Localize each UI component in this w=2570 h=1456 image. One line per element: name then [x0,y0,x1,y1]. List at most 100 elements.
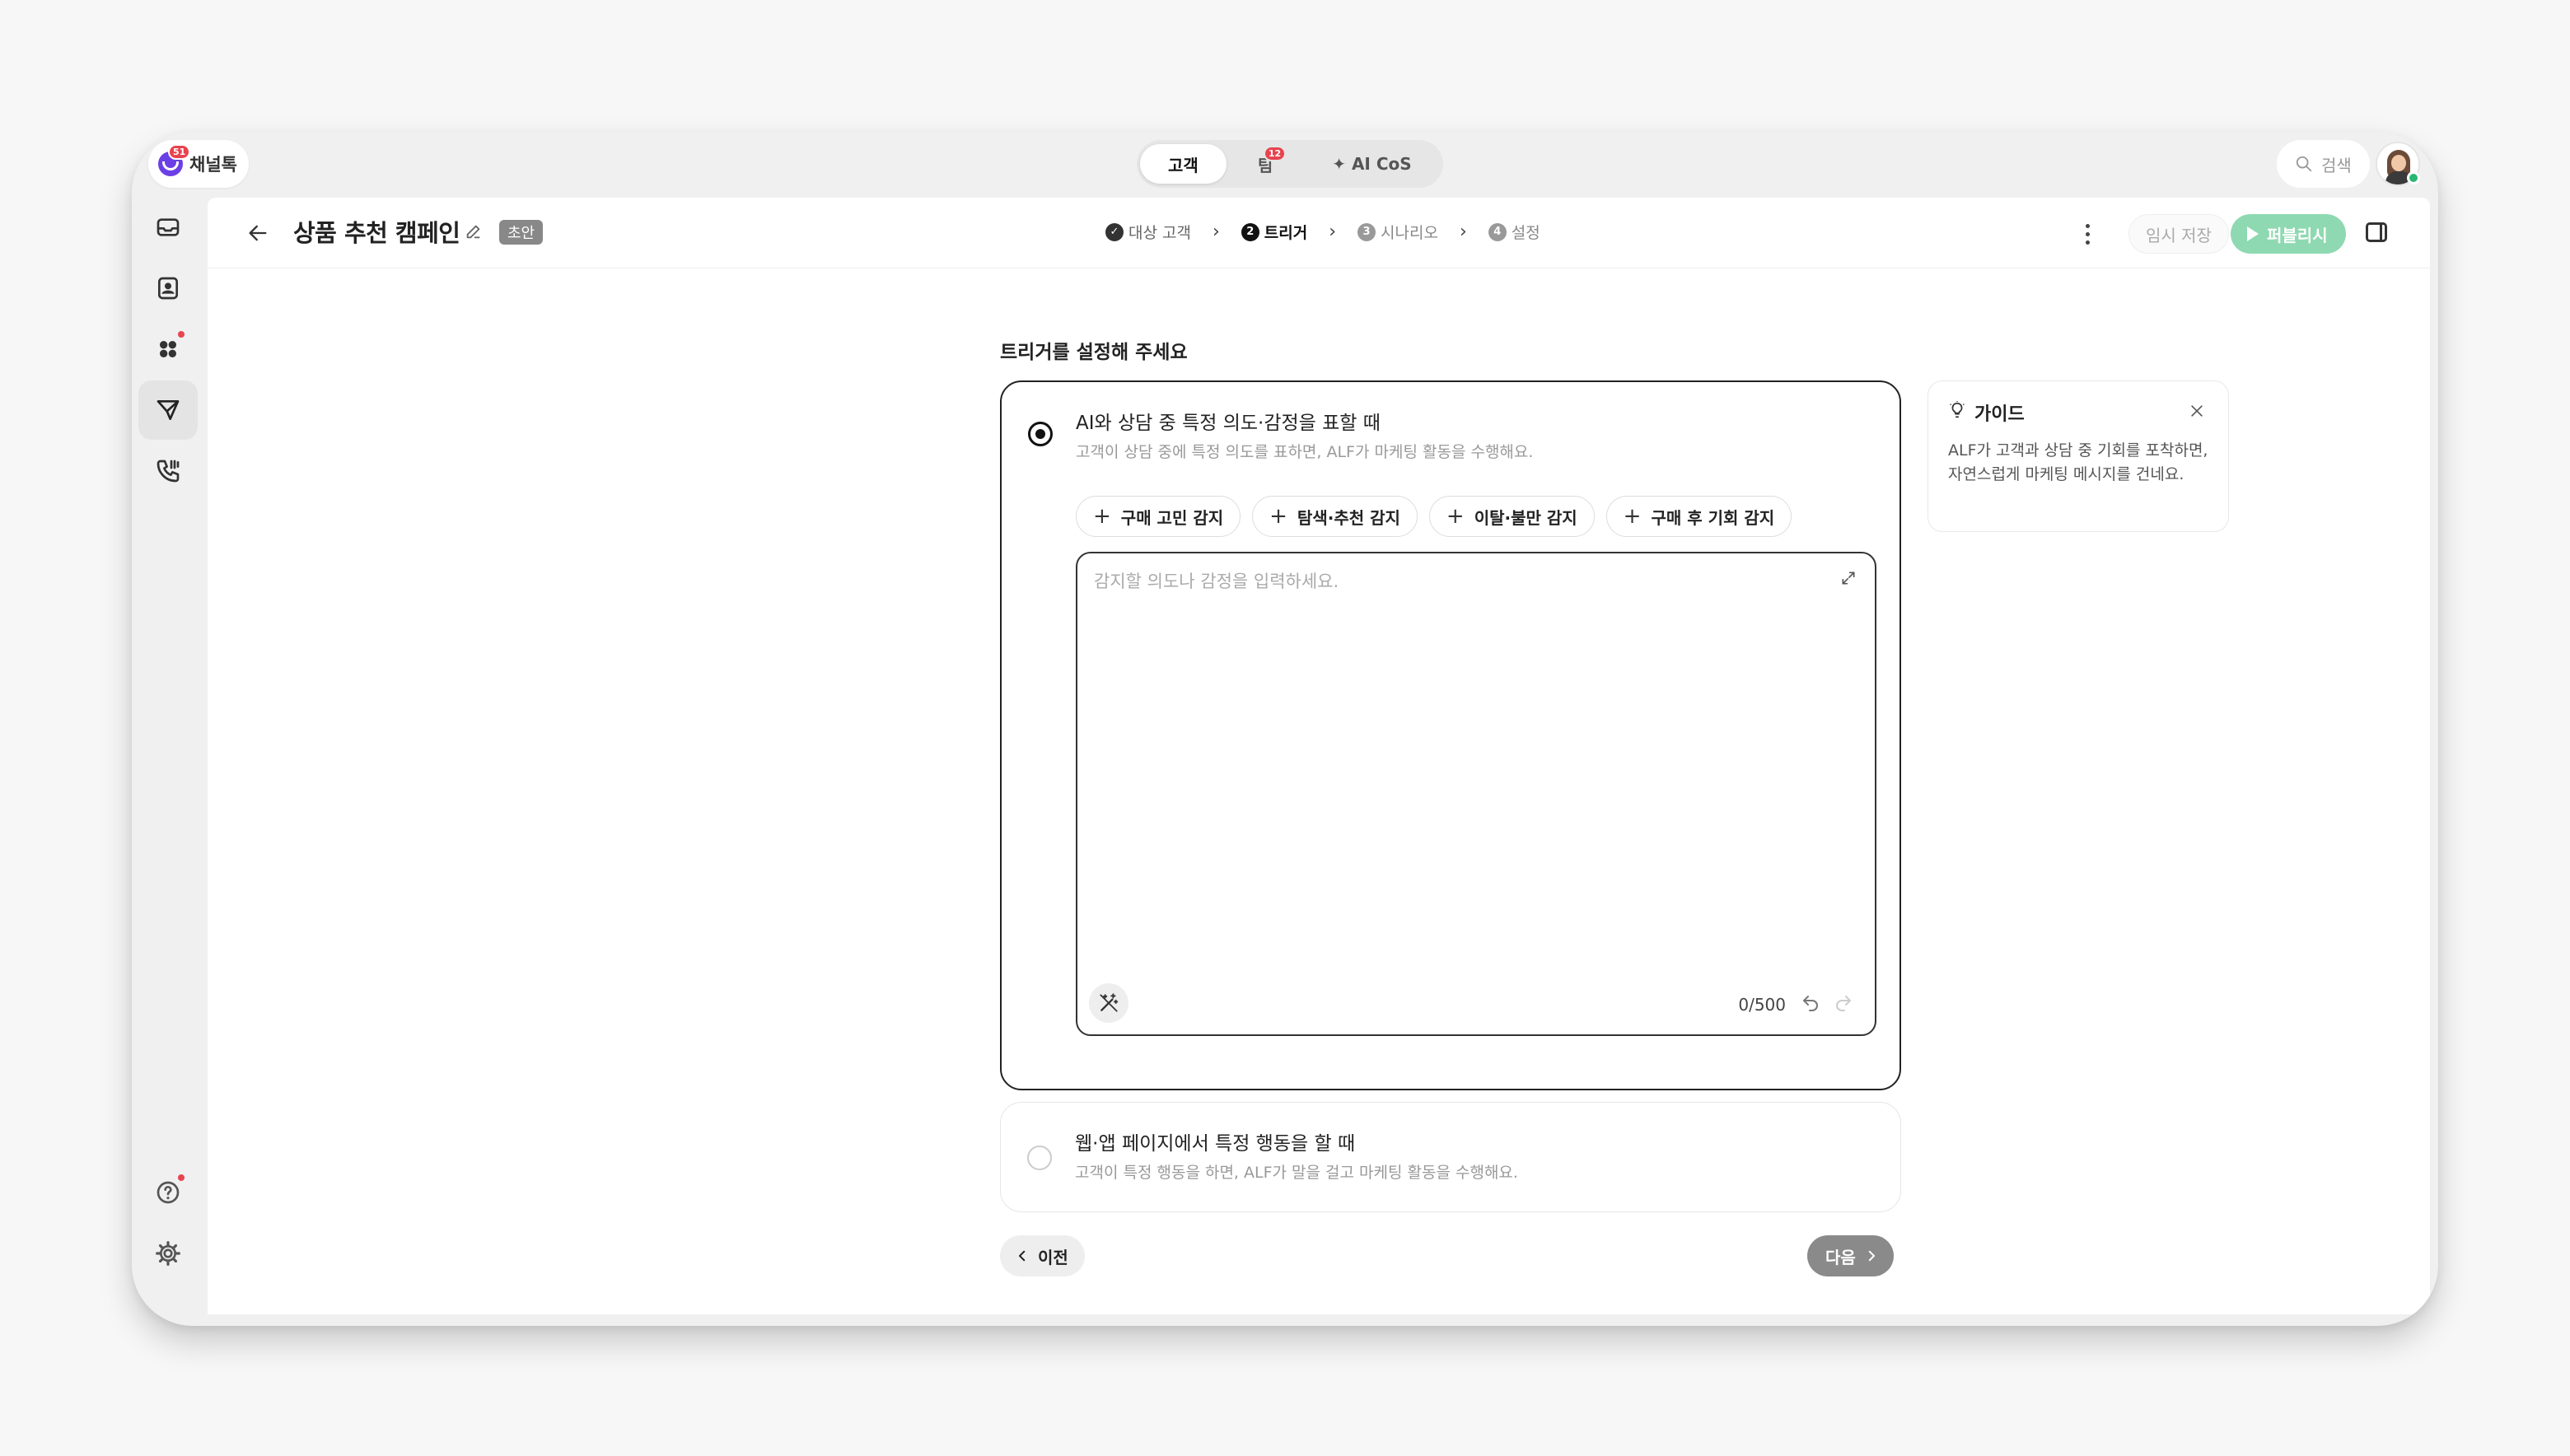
search-label: 검색 [2321,155,2352,175]
mode-tabs: 고객 팀 12 ✦ AI CoS [1137,140,1443,188]
radio-unselected[interactable] [1027,1146,1052,1170]
intent-chips: + 구매 고민 감지 + 탐색·추천 감지 + 이탈·불만 감지 + 구매 후 기회 감… [1076,496,1792,537]
side-panel-toggle-icon[interactable] [2366,222,2387,242]
publish-label: 퍼블리시 [2267,225,2328,245]
rail-campaigns[interactable] [138,380,198,440]
chevron-left-icon [1019,1250,1026,1262]
plus-icon: + [1446,504,1465,529]
step-label: 트리거 [1264,224,1308,242]
online-status-dot [2407,171,2420,184]
settings-icon [156,1241,180,1266]
campaign-send-icon [157,400,180,420]
intent-textarea[interactable]: 감지할 의도나 감정을 입력하세요. 0/500 [1076,552,1876,1036]
inbox-icon [157,218,180,236]
chip-purchase-hesitation[interactable]: + 구매 고민 감지 [1076,496,1241,537]
step-label: 시나리오 [1381,224,1438,242]
rail-settings[interactable] [138,1224,198,1283]
chip-churn-complaint[interactable]: + 이탈·불만 감지 [1428,496,1595,537]
chip-label: 구매 고민 감지 [1120,507,1224,528]
tab-ai-cos[interactable]: ✦ AI CoS [1304,144,1439,184]
plus-icon: + [1269,504,1287,529]
save-draft-button[interactable]: 임시 저장 [2128,214,2229,254]
help-icon [157,1181,180,1204]
option-title: 웹·앱 페이지에서 특정 행동을 할 때 [1075,1133,1356,1155]
chip-label: 이탈·불만 감지 [1474,507,1577,528]
tab-ai-cos-label: ✦ AI CoS [1332,154,1412,174]
step-number: 4 [1488,222,1507,241]
expand-button[interactable] [1840,570,1857,590]
close-guide-button[interactable] [2189,403,2205,422]
undo-button[interactable] [1801,993,1820,1016]
chevron-right-icon: › [1212,222,1220,242]
search-button[interactable]: 검색 [2277,140,2370,188]
step-settings[interactable]: 4 설정 [1488,221,1540,243]
step-number: 2 [1241,222,1259,241]
rail-inbox[interactable] [138,198,198,257]
back-button[interactable] [241,216,275,250]
rail-notification-dot [178,331,185,338]
campaign-header: 상품 추천 캠페인 초안 ✓ 대상 고객 › 2 트리거 › 3 시나리오 › … [208,198,2430,268]
integrations-icon [160,341,176,357]
undo-icon [1803,996,1818,1011]
page-title: 상품 추천 캠페인 [293,219,460,247]
trigger-option-page-behavior[interactable]: 웹·앱 페이지에서 특정 행동을 할 때 고객이 특정 행동을 하면, ALF가… [1000,1102,1901,1212]
radio-selected[interactable] [1028,422,1053,446]
guide-body: ALF가 고객과 상담 중 기회를 포착하면, 자연스럽게 마케팅 메시지를 건… [1948,441,2208,483]
team-count-badge: 12 [1263,146,1287,161]
stepper: ✓ 대상 고객 › 2 트리거 › 3 시나리오 › 4 설정 [1105,221,1540,243]
redo-button[interactable] [1834,993,1853,1016]
workspace-name: 채널톡 [189,155,237,175]
chip-browse-recommend[interactable]: + 탐색·추천 감지 [1252,496,1418,537]
app-window: 51 채널톡 고객 팀 12 ✦ AI CoS 검색 상품 추천 캠페인 초안 … [132,132,2438,1326]
help-notification-dot [178,1174,185,1181]
main-panel: 상품 추천 캠페인 초안 ✓ 대상 고객 › 2 트리거 › 3 시나리오 › … [208,198,2430,1314]
section-title: 트리거를 설정해 주세요 [1000,342,1188,363]
step-number: 3 [1357,222,1376,241]
check-icon: ✓ [1105,222,1124,241]
workspace-switcher[interactable]: 51 채널톡 [148,140,249,188]
step-trigger[interactable]: 2 트리거 [1241,221,1307,243]
step-target-customers[interactable]: ✓ 대상 고객 [1105,221,1191,243]
step-label: 설정 [1511,224,1540,242]
char-counter: 0/500 [1738,995,1786,1015]
status-badge: 초안 [499,220,544,245]
plus-icon: + [1623,504,1642,529]
lightbulb-icon [1948,401,1966,422]
previous-button[interactable]: 이전 [1000,1235,1085,1276]
channeltalk-logo-icon: 51 [158,144,191,176]
edit-title-button[interactable] [465,222,483,244]
publish-button[interactable]: 퍼블리시 [2231,214,2346,254]
search-icon [2296,156,2312,172]
chip-post-purchase[interactable]: + 구매 후 기회 감지 [1605,496,1792,537]
phone-icon [157,460,180,483]
rail-phone[interactable] [138,441,198,501]
guide-title: 가이드 [1974,404,2025,425]
previous-label: 이전 [1038,1247,1068,1267]
rail-integrations[interactable] [138,320,198,379]
option-description: 고객이 상담 중에 특정 의도를 표하면, ALF가 마케팅 활동을 수행해요. [1076,443,1534,461]
expand-icon [1842,572,1855,585]
chevron-right-icon [1868,1250,1875,1262]
arrow-left-icon [249,225,267,241]
ai-assist-button[interactable] [1089,983,1128,1023]
trigger-option-ai-intent[interactable]: AI와 상담 중 특정 의도·감정을 표할 때 고객이 상담 중에 특정 의도를… [1000,380,1901,1090]
rail-contacts[interactable] [138,259,198,318]
rail-help[interactable] [138,1163,198,1222]
notification-badge: 51 [168,144,191,160]
next-button[interactable]: 다음 [1807,1235,1894,1276]
step-scenario[interactable]: 3 시나리오 [1357,221,1438,243]
chip-label: 탐색·추천 감지 [1297,507,1400,528]
magic-wand-icon [1100,993,1119,1012]
tab-team[interactable]: 팀 12 [1230,144,1301,184]
more-options-button[interactable] [2072,217,2102,250]
redo-icon [1836,996,1851,1011]
plus-icon: + [1093,504,1111,529]
close-icon [2191,405,2203,417]
chip-label: 구매 후 기회 감지 [1651,507,1775,528]
step-label: 대상 고객 [1128,224,1191,242]
option-description: 고객이 특정 행동을 하면, ALF가 말을 걸고 마케팅 활동을 수행해요. [1075,1164,1518,1182]
textarea-placeholder: 감지할 의도나 감정을 입력하세요. [1094,572,1339,591]
contacts-icon [158,277,178,300]
tab-customers[interactable]: 고객 [1140,144,1227,184]
chevron-right-icon: › [1459,222,1467,242]
